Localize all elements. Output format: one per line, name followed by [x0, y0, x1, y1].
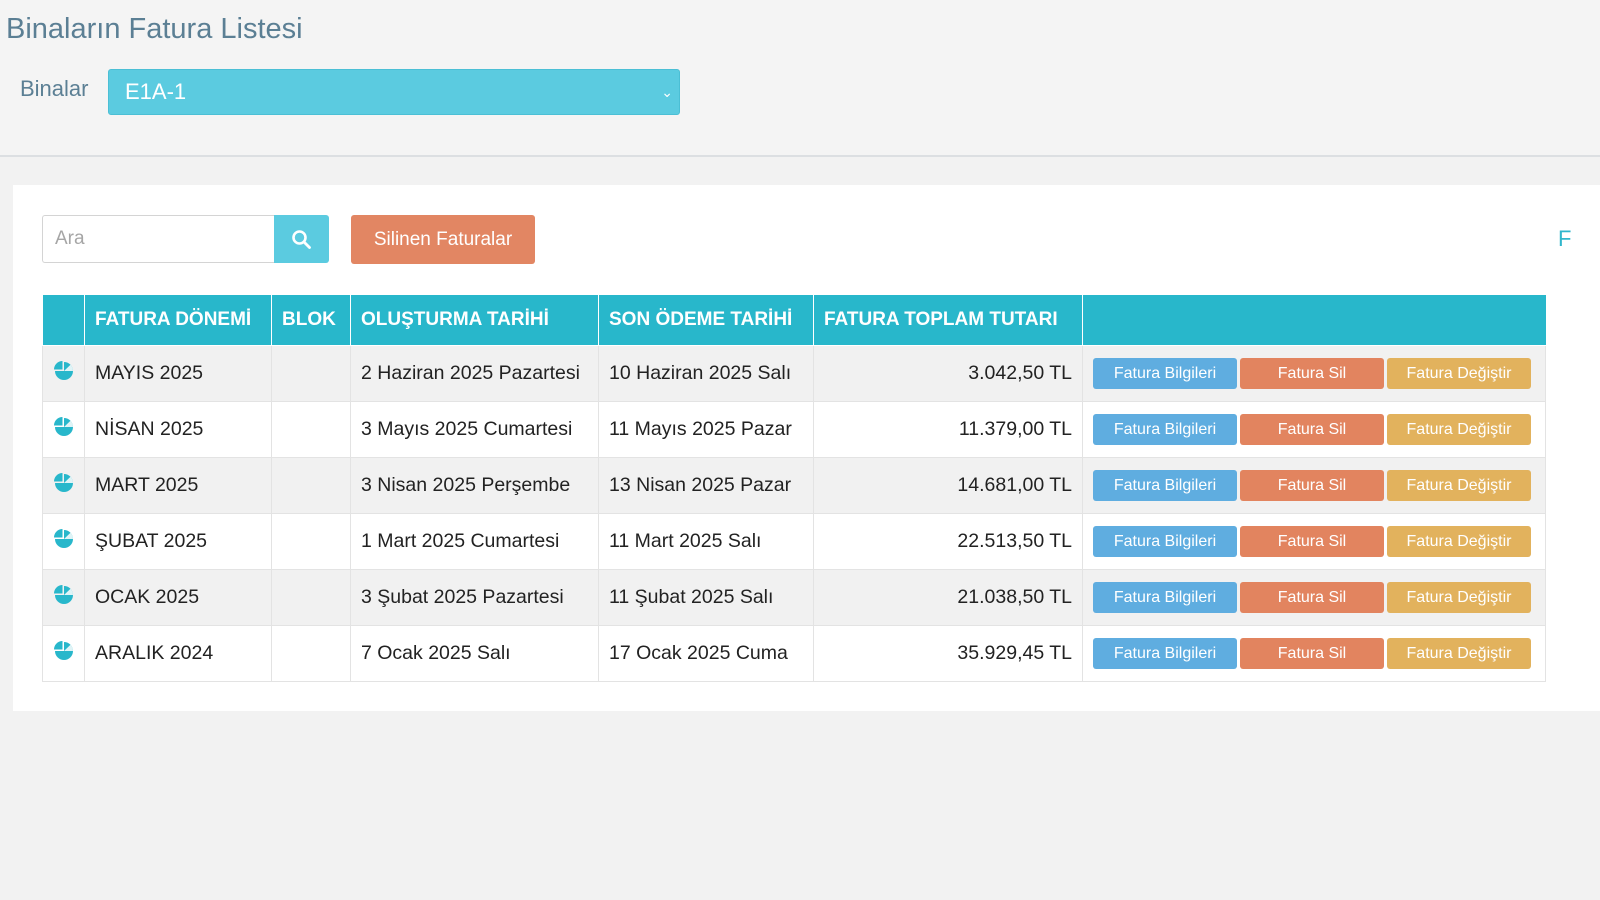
pie-chart-icon[interactable] [53, 360, 75, 388]
cell-total: 35.929,45 TL [813, 625, 1083, 682]
invoice-info-button[interactable]: Fatura Bilgileri [1093, 358, 1237, 389]
invoice-edit-button[interactable]: Fatura Değiştir [1387, 358, 1531, 389]
table-row: MAYIS 2025 2 Haziran 2025 Pazartesi 10 Haz… [42, 345, 1546, 402]
cell-due: 17 Ocak 2025 Cuma [598, 625, 814, 682]
cell-total: 21.038,50 TL [813, 569, 1083, 626]
invoice-edit-button[interactable]: Fatura Değiştir [1387, 582, 1531, 613]
pie-chart-icon[interactable] [53, 584, 75, 612]
cell-created: 3 Mayıs 2025 Cumartesi [350, 401, 599, 458]
table-row: MART 2025 3 Nisan 2025 Perşembe 13 Nisan 2… [42, 457, 1546, 514]
invoice-delete-button[interactable]: Fatura Sil [1240, 358, 1384, 389]
cell-due: 13 Nisan 2025 Pazar [598, 457, 814, 514]
cell-block [271, 513, 351, 570]
invoice-info-button[interactable]: Fatura Bilgileri [1093, 414, 1237, 445]
cell-created: 1 Mart 2025 Cumartesi [350, 513, 599, 570]
cell-period: ARALIK 2024 [84, 625, 272, 682]
invoice-delete-button[interactable]: Fatura Sil [1240, 582, 1384, 613]
table-row: NİSAN 2025 3 Mayıs 2025 Cumartesi 11 Mayıs… [42, 401, 1546, 458]
cell-created: 7 Ocak 2025 Salı [350, 625, 599, 682]
invoice-edit-button[interactable]: Fatura Değiştir [1387, 526, 1531, 557]
invoice-delete-button[interactable]: Fatura Sil [1240, 414, 1384, 445]
column-header-created[interactable]: OLUŞTURMA TARİHİ [350, 295, 599, 346]
buildings-label: Binalar [20, 76, 89, 101]
cell-block [271, 457, 351, 514]
cell-created: 3 Şubat 2025 Pazartesi [350, 569, 599, 626]
cell-period: ŞUBAT 2025 [84, 513, 272, 570]
deleted-invoices-button[interactable]: Silinen Faturalar [351, 215, 535, 264]
page-title: Binaların Fatura Listesi [6, 13, 303, 45]
cell-block [271, 569, 351, 626]
row-icon-cell[interactable] [42, 457, 85, 514]
pie-chart-icon[interactable] [53, 416, 75, 444]
invoice-info-button[interactable]: Fatura Bilgileri [1093, 470, 1237, 501]
cell-due: 11 Şubat 2025 Salı [598, 569, 814, 626]
cell-actions: Fatura Bilgileri Fatura Sil Fatura Değişti… [1082, 401, 1546, 458]
cell-created: 2 Haziran 2025 Pazartesi [350, 345, 599, 402]
invoice-info-button[interactable]: Fatura Bilgileri [1093, 638, 1237, 669]
column-header-block[interactable]: BLOK [271, 295, 351, 346]
row-icon-cell[interactable] [42, 345, 85, 402]
pie-chart-icon[interactable] [53, 528, 75, 556]
table-header-row: FATURA DÖNEMİ BLOK OLUŞTURMA TARİHİ SON … [42, 295, 1546, 346]
column-header-total[interactable]: FATURA TOPLAM TUTARI [813, 295, 1083, 346]
cell-block [271, 345, 351, 402]
cut-off-link[interactable]: F [1558, 226, 1578, 252]
invoice-table: FATURA DÖNEMİ BLOK OLUŞTURMA TARİHİ SON … [42, 295, 1546, 682]
search-icon [292, 230, 311, 249]
chevron-down-icon: ⌄ [661, 84, 673, 100]
invoice-info-button[interactable]: Fatura Bilgileri [1093, 526, 1237, 557]
building-select-value: E1A-1 [125, 79, 187, 104]
column-header-period[interactable]: FATURA DÖNEMİ [84, 295, 272, 346]
cell-total: 22.513,50 TL [813, 513, 1083, 570]
column-header-icon [42, 295, 85, 346]
cell-total: 3.042,50 TL [813, 345, 1083, 402]
search-button[interactable] [274, 215, 329, 263]
cell-actions: Fatura Bilgileri Fatura Sil Fatura Değişti… [1082, 625, 1546, 682]
row-icon-cell[interactable] [42, 625, 85, 682]
cell-block [271, 401, 351, 458]
cell-period: NİSAN 2025 [84, 401, 272, 458]
cell-due: 11 Mart 2025 Salı [598, 513, 814, 570]
cell-actions: Fatura Bilgileri Fatura Sil Fatura Değişti… [1082, 569, 1546, 626]
invoice-delete-button[interactable]: Fatura Sil [1240, 526, 1384, 557]
invoice-delete-button[interactable]: Fatura Sil [1240, 638, 1384, 669]
table-row: OCAK 2025 3 Şubat 2025 Pazartesi 11 Şubat … [42, 569, 1546, 626]
cell-created: 3 Nisan 2025 Perşembe [350, 457, 599, 514]
cell-period: OCAK 2025 [84, 569, 272, 626]
row-icon-cell[interactable] [42, 401, 85, 458]
invoice-delete-button[interactable]: Fatura Sil [1240, 470, 1384, 501]
cell-total: 11.379,00 TL [813, 401, 1083, 458]
column-header-due[interactable]: SON ÖDEME TARİHİ [598, 295, 814, 346]
cell-actions: Fatura Bilgileri Fatura Sil Fatura Değişti… [1082, 345, 1546, 402]
cell-due: 10 Haziran 2025 Salı [598, 345, 814, 402]
pie-chart-icon[interactable] [53, 640, 75, 668]
cell-due: 11 Mayıs 2025 Pazar [598, 401, 814, 458]
cell-block [271, 625, 351, 682]
row-icon-cell[interactable] [42, 569, 85, 626]
table-row: ARALIK 2024 7 Ocak 2025 Salı 17 Ocak 2025 … [42, 625, 1546, 682]
invoice-edit-button[interactable]: Fatura Değiştir [1387, 414, 1531, 445]
search-input[interactable] [42, 215, 274, 263]
table-row: ŞUBAT 2025 1 Mart 2025 Cumartesi 11 Mart 2… [42, 513, 1546, 570]
page-header: Binaların Fatura Listesi Binalar E1A-1 ⌄ [0, 0, 1600, 157]
cell-actions: Fatura Bilgileri Fatura Sil Fatura Değişti… [1082, 513, 1546, 570]
building-select[interactable]: E1A-1 ⌄ [108, 69, 680, 115]
column-header-actions [1082, 295, 1546, 346]
cell-period: MART 2025 [84, 457, 272, 514]
invoice-info-button[interactable]: Fatura Bilgileri [1093, 582, 1237, 613]
pie-chart-icon[interactable] [53, 472, 75, 500]
cell-period: MAYIS 2025 [84, 345, 272, 402]
invoice-edit-button[interactable]: Fatura Değiştir [1387, 470, 1531, 501]
cell-actions: Fatura Bilgileri Fatura Sil Fatura Değişti… [1082, 457, 1546, 514]
cell-total: 14.681,00 TL [813, 457, 1083, 514]
row-icon-cell[interactable] [42, 513, 85, 570]
invoice-edit-button[interactable]: Fatura Değiştir [1387, 638, 1531, 669]
